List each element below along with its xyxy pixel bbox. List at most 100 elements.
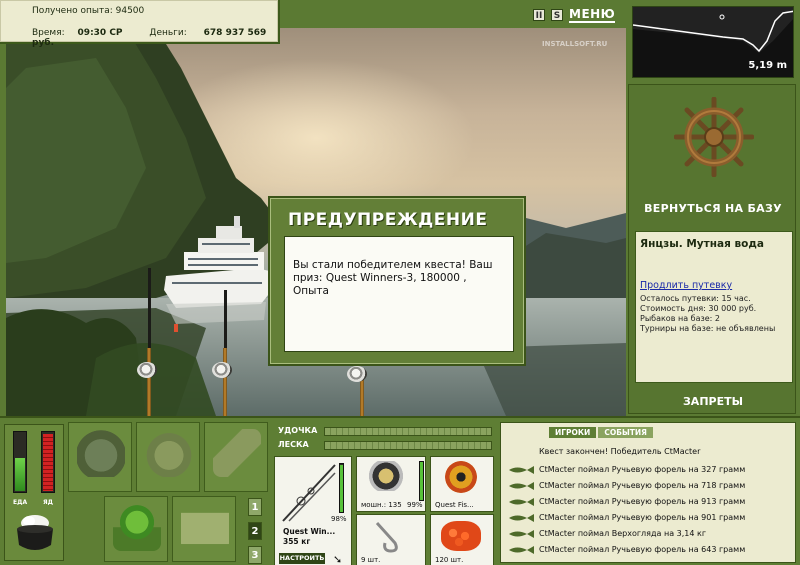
xp-value: 94500 <box>115 6 145 16</box>
catch-row: CtMacter поймал Ручьевую форель на 901 г… <box>507 511 793 526</box>
line-tension-row: ЛЕСКА <box>274 440 494 451</box>
day-cost: Стоимость дня: 30 000 руб. <box>640 304 757 313</box>
page-button-1[interactable]: 1 <box>248 498 262 516</box>
tournaments-info: Турниры на базе: не объявлены <box>640 324 776 333</box>
bait-cell[interactable]: 120 шт. <box>430 514 494 565</box>
rod-condition-percent: 98% <box>331 515 347 523</box>
xp-row: Получено опыта: 94500 <box>32 6 144 16</box>
slot-bait-bag[interactable] <box>136 422 200 492</box>
food-level <box>15 458 25 491</box>
top-controls: II S МЕНЮ <box>533 6 616 24</box>
ship-wheel-icon[interactable] <box>674 97 754 177</box>
catch-text: CtMacter поймал Ручьевую форель на 913 г… <box>539 497 746 506</box>
slot-map[interactable] <box>204 422 268 492</box>
catch-text: CtMacter поймал Ручьевую форель на 643 г… <box>539 545 746 554</box>
rod-2-tip <box>224 290 227 350</box>
catch-row: CtMacter поймал Ручьевую форель на 327 г… <box>507 463 793 478</box>
rod-1-tip <box>148 268 151 348</box>
bottom-panel: ЕДА ЯД 1 2 3 УДОЧКА ЛЕСКА 98% Quest Win.… <box>0 416 800 565</box>
bait-caption: 120 шт. <box>435 556 464 564</box>
watermark: INSTALLSOFT.RU <box>542 40 608 48</box>
reel-percent: 99% <box>407 501 423 509</box>
cauldron-icon[interactable] <box>13 513 57 555</box>
line-cell[interactable]: Quest Fis... <box>430 456 494 512</box>
line-spool-icon <box>445 461 477 493</box>
time-label: Время: <box>32 28 65 38</box>
reel-caption: мошн.: 135 <box>361 501 402 509</box>
rod-1[interactable] <box>147 348 151 416</box>
dialog-title: ПРЕДУПРЕЖДЕНИЕ <box>288 210 488 230</box>
rod-card[interactable]: 98% Quest Win... 355 кг НАСТРОИТЬ ➘ <box>274 456 352 565</box>
player-info-panel: Получено опыта: 94500 Время: 09:30 СР Де… <box>0 0 280 48</box>
fish-icon <box>509 482 534 490</box>
food-label: ЕДА <box>13 499 28 506</box>
return-to-base-button[interactable]: ВЕРНУТЬСЯ НА БАЗУ <box>629 202 797 215</box>
rod-condition-bar <box>339 463 344 513</box>
tab-players[interactable]: ИГРОКИ <box>549 427 597 438</box>
base-panel: ВЕРНУТЬСЯ НА БАЗУ Янцзы. Мутная вода Про… <box>628 84 796 414</box>
catch-row: CtMacter поймал Верхогляда на 3,14 кг <box>507 527 793 542</box>
catch-text: CtMacter поймал Ручьевую форель на 901 г… <box>539 513 746 522</box>
page-button-2[interactable]: 2 <box>248 522 262 540</box>
page-button-3[interactable]: 3 <box>248 546 262 564</box>
fish-icon <box>509 530 534 538</box>
poison-gauge <box>41 431 55 493</box>
rod-tension-row: УДОЧКА <box>274 426 494 437</box>
hook-cell[interactable]: 9 шт. <box>356 514 426 565</box>
line-tension-bar <box>324 441 492 450</box>
anglers-count: Рыбаков на базе: 2 <box>640 314 720 323</box>
rod-tension-label: УДОЧКА <box>278 426 318 435</box>
expand-arrow-icon[interactable]: ➘ <box>333 553 342 565</box>
pause-button[interactable]: II <box>533 9 545 21</box>
slot-food-basket[interactable] <box>104 496 168 562</box>
reel-condition-bar <box>419 461 424 501</box>
catch-row: CtMacter поймал Ручьевую форель на 643 г… <box>507 543 793 558</box>
slot-tackle-box[interactable] <box>68 422 132 492</box>
hook-caption: 9 шт. <box>361 556 381 564</box>
menu-button[interactable]: МЕНЮ <box>569 7 616 23</box>
sound-button[interactable]: S <box>551 9 563 21</box>
tab-events[interactable]: СОБЫТИЯ <box>598 427 653 438</box>
events-panel: ИГРОКИ СОБЫТИЯ Квест закончен! Победител… <box>500 422 796 563</box>
rod-tension-bar <box>324 427 492 436</box>
fish-icon <box>509 498 534 506</box>
slot-bucket[interactable] <box>172 496 236 562</box>
fish-icon <box>509 546 534 554</box>
time-money-row: Время: 09:30 СР Деньги: 678 937 569 руб. <box>32 28 278 48</box>
base-name: Янцзы. Мутная вода <box>640 238 764 250</box>
reel-cell[interactable]: мошн.: 135 99% <box>356 456 426 512</box>
warning-dialog[interactable]: ПРЕДУПРЕЖДЕНИЕ Вы стали победителем квес… <box>268 196 526 366</box>
base-info-box: Янцзы. Мутная вода Продлить путевку Оста… <box>635 231 793 383</box>
rod-2-reel[interactable] <box>212 362 232 378</box>
rod-2[interactable] <box>223 348 227 416</box>
rod-name: Quest Win... <box>283 527 336 536</box>
hook-icon <box>375 521 398 553</box>
base-stats: Осталось путевки: 15 час. Стоимость дня:… <box>640 294 756 324</box>
depth-readout: 5,19 m <box>748 60 787 71</box>
catch-text: CtMacter поймал Ручьевую форель на 327 г… <box>539 465 746 474</box>
depth-minimap[interactable]: 5,19 m <box>632 6 794 78</box>
food-gauge <box>13 431 27 493</box>
events-tabs: ИГРОКИ СОБЫТИЯ <box>549 427 653 438</box>
catch-text: CtMacter поймал Ручьевую форель на 718 г… <box>539 481 746 490</box>
catch-row: CtMacter поймал Ручьевую форель на 718 г… <box>507 479 793 494</box>
quest-finished-message: Квест закончен! Победитель CtMacter <box>539 447 701 456</box>
rod-max-weight: 355 кг <box>283 537 311 546</box>
xp-label: Получено опыта: <box>32 6 113 16</box>
fish-icon <box>509 514 534 522</box>
game-screen: INSTALLSOFT.RU Получено опыта: 94500 Вре… <box>0 0 800 565</box>
pass-remaining: Осталось путевки: 15 час. <box>640 294 751 303</box>
bans-button[interactable]: ЗАПРЕТЫ <box>629 395 797 408</box>
rod-1-reel[interactable] <box>137 362 157 378</box>
reel-icon <box>367 461 405 491</box>
rod-3-reel[interactable] <box>347 366 367 382</box>
poison-level <box>43 434 53 491</box>
status-gauges: ЕДА ЯД <box>4 424 64 561</box>
dialog-message: Вы стали победителем квеста! Ваш приз: Q… <box>284 236 514 352</box>
poison-label: ЯД <box>43 499 53 506</box>
bucket-icon <box>181 503 229 551</box>
setup-button[interactable]: НАСТРОИТЬ <box>279 553 325 564</box>
extend-pass-link[interactable]: Продлить путевку <box>640 280 732 291</box>
vegetable-basket-icon <box>113 503 161 551</box>
bait-bag-icon <box>145 429 193 477</box>
